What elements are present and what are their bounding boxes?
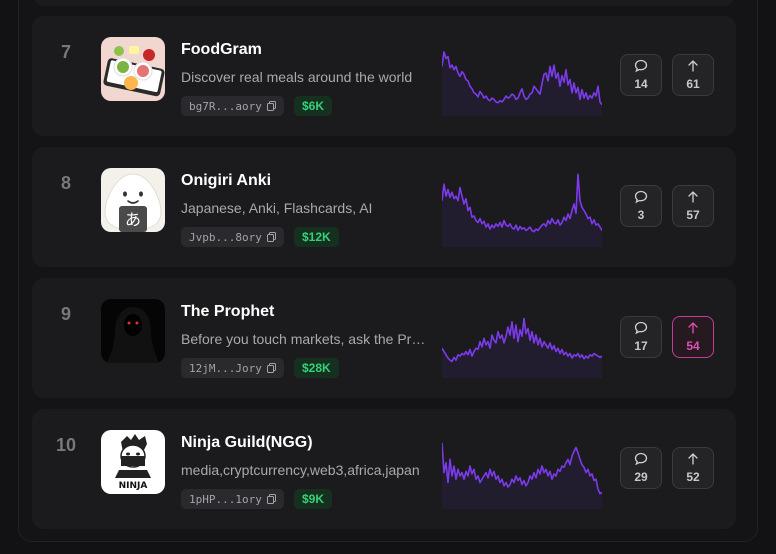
comment-button[interactable]: 17	[620, 316, 662, 358]
sparkline-area	[442, 51, 602, 116]
sparkline-area	[442, 318, 602, 378]
contract-address: bg7R...aory	[189, 99, 262, 113]
price-sparkline	[442, 173, 602, 247]
comment-icon	[634, 321, 648, 335]
comment-count: 14	[634, 77, 648, 91]
upvote-button[interactable]: 54	[672, 316, 714, 358]
hooded-prophet-icon[interactable]	[101, 299, 165, 363]
project-name[interactable]: Onigiri Anki	[181, 172, 271, 190]
comment-count: 17	[634, 339, 648, 353]
copy-icon[interactable]	[266, 101, 276, 111]
project-name[interactable]: The Prophet	[181, 303, 274, 321]
svg-text:あ: あ	[125, 210, 141, 229]
rank-number: 8	[60, 173, 71, 193]
contract-address-chip[interactable]: bg7R...aory	[181, 96, 284, 116]
comment-icon	[634, 452, 648, 466]
price-sparkline	[442, 317, 602, 378]
project-card[interactable]: 10 NINJA Ninja Guild(NGG) media,cryptcur…	[32, 409, 736, 529]
project-card[interactable]: 7 FoodGram Discover real meals around th…	[32, 16, 736, 136]
upvote-button[interactable]: 52	[672, 447, 714, 489]
project-card[interactable]: 9 The Prophet Before you touch markets, …	[32, 278, 736, 398]
market-cap-badge: $6K	[294, 96, 333, 116]
copy-icon[interactable]	[266, 363, 276, 373]
upvote-count: 61	[686, 77, 700, 91]
contract-address: 1pHP...1ory	[189, 492, 262, 506]
project-name[interactable]: Ninja Guild(NGG)	[181, 434, 313, 452]
rank-number: 10	[55, 435, 77, 455]
arrow-up-icon	[688, 60, 698, 72]
copy-icon[interactable]	[266, 232, 276, 242]
project-description: Discover real meals around the world	[181, 69, 413, 85]
arrow-up-icon	[688, 322, 698, 334]
project-name[interactable]: FoodGram	[181, 41, 262, 59]
market-cap-badge: $28K	[294, 358, 339, 378]
project-description: media,cryptcurrency,web3,africa,japan	[181, 462, 420, 478]
rank-number: 7	[60, 42, 71, 62]
project-card[interactable]: 8 あ Onigiri Anki Japanese, Anki, Flashca…	[32, 147, 736, 267]
contract-address: 12jM...Jory	[189, 361, 262, 375]
price-sparkline	[442, 442, 602, 509]
ninja-logo-icon[interactable]: NINJA	[101, 430, 165, 494]
price-sparkline	[442, 51, 602, 116]
comment-button[interactable]: 14	[620, 54, 662, 96]
contract-address-chip[interactable]: 12jM...Jory	[181, 358, 284, 378]
arrow-up-icon	[688, 453, 698, 465]
contract-address-chip[interactable]: 1pHP...1ory	[181, 489, 284, 509]
comment-count: 29	[634, 470, 648, 484]
upvote-button[interactable]: 57	[672, 185, 714, 227]
arrow-up-icon	[688, 191, 698, 203]
comment-icon	[634, 59, 648, 73]
market-cap-badge: $9K	[294, 489, 333, 509]
market-cap-badge: $12K	[294, 227, 339, 247]
svg-text:NINJA: NINJA	[119, 481, 148, 491]
food-plates-icon[interactable]	[101, 37, 165, 101]
upvote-button[interactable]: 61	[672, 54, 714, 96]
rank-number: 9	[60, 304, 71, 324]
onigiri-icon[interactable]: あ	[101, 168, 165, 232]
upvote-count: 52	[686, 470, 700, 484]
comment-button[interactable]: 3	[620, 185, 662, 227]
copy-icon[interactable]	[266, 494, 276, 504]
contract-address-chip[interactable]: Jvpb...8ory	[181, 227, 284, 247]
previous-card-edge	[34, 0, 734, 6]
project-description: Japanese, Anki, Flashcards, AI	[181, 200, 373, 216]
upvote-count: 57	[686, 208, 700, 222]
comment-icon	[634, 190, 648, 204]
project-description: Before you touch markets, ask the Prophe…	[181, 331, 427, 347]
comment-count: 3	[637, 208, 645, 222]
contract-address: Jvpb...8ory	[189, 230, 262, 244]
upvote-count: 54	[686, 339, 700, 353]
comment-button[interactable]: 29	[620, 447, 662, 489]
